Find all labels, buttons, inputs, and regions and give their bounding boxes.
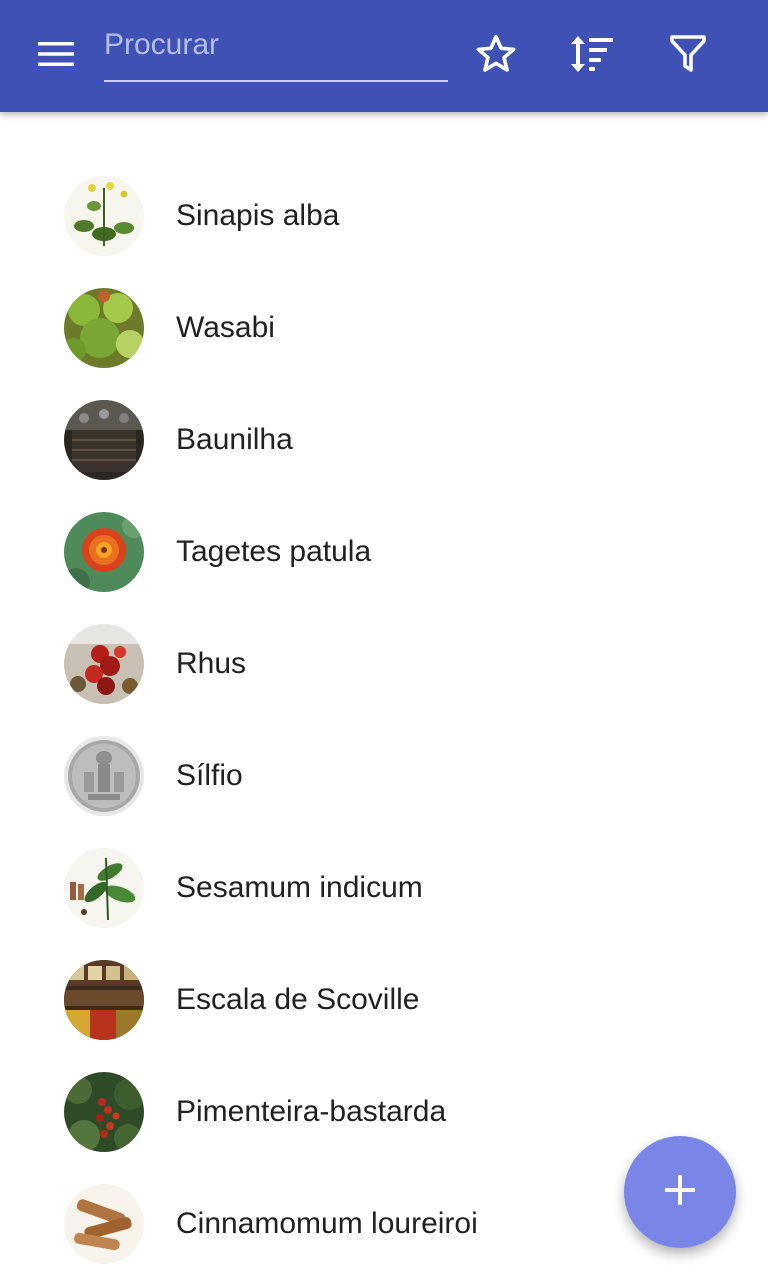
list-item-label: Sinapis alba (176, 199, 340, 232)
sort-icon (569, 34, 615, 79)
list-item[interactable]: Escala de Scoville (0, 944, 768, 1056)
rhus-thumbnail (64, 624, 144, 704)
list-item-label: Cinnamomum loureiroi (176, 1207, 478, 1240)
tagetes-patula-thumbnail (64, 512, 144, 592)
app-bar (0, 0, 768, 112)
sort-button[interactable] (560, 24, 624, 88)
baunilha-thumbnail (64, 400, 144, 480)
plant-list: Sinapis alba Wasabi Baunilha Tagetes pat… (0, 160, 768, 1280)
menu-icon (38, 41, 74, 72)
sesamum-indicum-thumbnail (64, 848, 144, 928)
filter-button[interactable] (656, 24, 720, 88)
list-item-label: Baunilha (176, 423, 293, 456)
escala-de-scoville-thumbnail (64, 960, 144, 1040)
add-button[interactable] (624, 1136, 736, 1248)
list-item[interactable]: Sinapis alba (0, 160, 768, 272)
list-item[interactable]: Sesamum indicum (0, 832, 768, 944)
list-item[interactable]: Sílfio (0, 720, 768, 832)
list-item-label: Sesamum indicum (176, 871, 423, 904)
list-item-label: Rhus (176, 647, 247, 680)
list-item[interactable]: Wasabi (0, 272, 768, 384)
list-item-label: Escala de Scoville (176, 983, 420, 1016)
star-outline-icon (474, 32, 518, 81)
menu-button[interactable] (24, 24, 88, 88)
list-item-label: Tagetes patula (176, 535, 372, 568)
list-item[interactable]: Baunilha (0, 384, 768, 496)
plus-icon (665, 1174, 695, 1210)
search-input[interactable] (104, 24, 448, 80)
sinapis-alba-thumbnail (64, 176, 144, 256)
search-field (104, 24, 448, 82)
favorites-button[interactable] (464, 24, 528, 88)
list-item[interactable]: Tagetes patula (0, 496, 768, 608)
filter-icon (670, 34, 706, 79)
list-item[interactable]: Rhus (0, 608, 768, 720)
list-item-label: Wasabi (176, 311, 275, 344)
list-item-label: Pimenteira-bastarda (176, 1095, 447, 1128)
pimenteira-bastarda-thumbnail (64, 1072, 144, 1152)
cinnamomum-loureiroi-thumbnail (64, 1184, 144, 1264)
wasabi-thumbnail (64, 288, 144, 368)
list-item-label: Sílfio (176, 759, 243, 792)
silfio-thumbnail (64, 736, 144, 816)
